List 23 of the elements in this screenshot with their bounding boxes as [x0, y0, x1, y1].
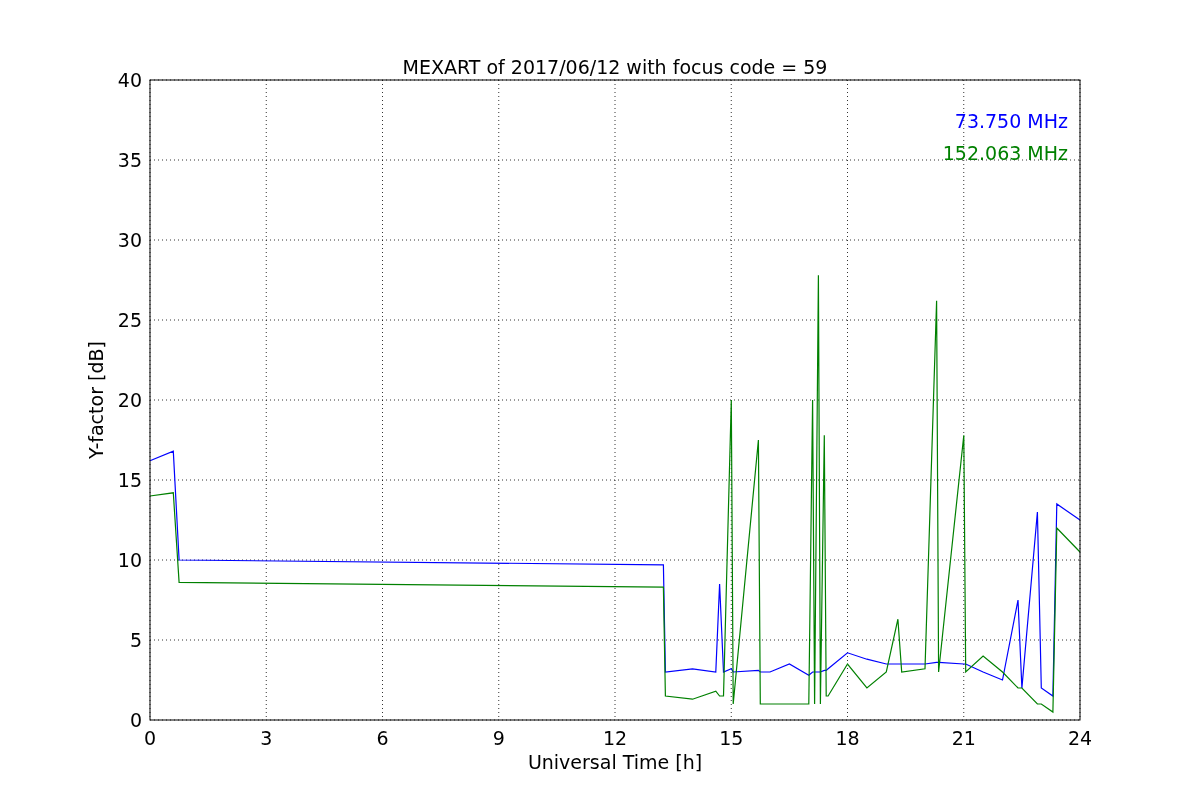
x-tick-label: 3 — [260, 727, 273, 749]
x-tick-label: 21 — [951, 727, 976, 749]
x-tick-label: 24 — [1067, 727, 1093, 749]
x-tick-label: 15 — [719, 727, 744, 749]
x-axis-label: Universal Time [h] — [527, 751, 703, 773]
legend-label: 152.063 MHz — [942, 142, 1068, 164]
y-tick-label: 30 — [117, 229, 142, 251]
chart-title: MEXART of 2017/06/12 with focus code = 59 — [402, 56, 828, 78]
y-tick-label: 15 — [117, 469, 142, 491]
y-tick-label: 5 — [129, 629, 142, 651]
x-tick-label: 0 — [143, 727, 157, 749]
legend-label: 73.750 MHz — [954, 110, 1068, 132]
x-tick-label: 18 — [835, 727, 860, 749]
x-tick-label: 12 — [602, 727, 628, 749]
y-axis-label: Y-factor [dB] — [85, 341, 107, 459]
y-tick-label: 40 — [117, 69, 142, 91]
y-tick-label: 10 — [117, 549, 142, 571]
y-tick-label: 20 — [117, 389, 142, 411]
x-tick-label: 6 — [376, 727, 389, 749]
y-tick-label: 35 — [117, 149, 142, 171]
y-tick-label: 25 — [117, 309, 142, 331]
x-tick-label: 9 — [492, 727, 505, 749]
y-tick-label: 0 — [129, 709, 142, 731]
